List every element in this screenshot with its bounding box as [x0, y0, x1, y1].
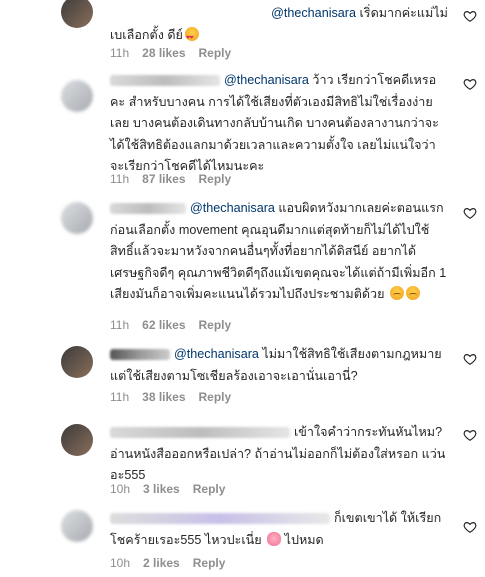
timestamp: 11h — [110, 318, 130, 332]
heart-outline-icon[interactable] — [463, 77, 477, 91]
reply-button[interactable]: Reply — [193, 556, 226, 570]
timestamp: 11h — [110, 390, 130, 404]
comment-meta: 11h 62 likes Reply — [110, 318, 231, 332]
mention-link[interactable]: @thechanisara — [224, 73, 309, 87]
comment-meta: 11h 87 likes Reply — [110, 172, 231, 186]
mention-link[interactable]: @thechanisara — [190, 201, 275, 215]
comment-text: @thechanisara ไม่มาใช้สิทธิใช้เสียงตามกฎ… — [110, 347, 442, 383]
username-blurred[interactable] — [110, 75, 220, 87]
reply-button[interactable]: Reply — [193, 482, 226, 496]
reply-button[interactable]: Reply — [199, 172, 232, 186]
sad-face-emoji-icon — [390, 286, 405, 300]
comment-text: @thechanisara เริ่ดมากค่ะแม่ไม่ เบเลือกต… — [110, 3, 448, 49]
sad-face-emoji-icon — [406, 286, 421, 300]
reply-button[interactable]: Reply — [199, 318, 232, 332]
likes-count[interactable]: 87 likes — [142, 172, 185, 186]
heart-eyes-emoji-icon — [184, 26, 199, 49]
avatar[interactable] — [61, 510, 93, 542]
comment-meta: 11h 28 likes Reply — [110, 46, 231, 60]
username-blurred[interactable] — [110, 513, 330, 525]
comment-text: @thechanisara ว้าว เรียกว่าโชคดีเหรอคะ ส… — [110, 73, 439, 173]
likes-count[interactable]: 62 likes — [142, 318, 185, 332]
heart-outline-icon[interactable] — [463, 428, 477, 442]
avatar[interactable] — [61, 80, 93, 112]
username-blurred[interactable] — [110, 349, 170, 361]
avatar[interactable] — [61, 202, 93, 234]
likes-count[interactable]: 38 likes — [142, 390, 185, 404]
heart-outline-icon[interactable] — [463, 352, 477, 366]
comment-meta: 11h 38 likes Reply — [110, 390, 231, 404]
reply-button[interactable]: Reply — [199, 390, 232, 404]
likes-count[interactable]: 2 likes — [143, 556, 180, 570]
comment-meta: 10h 3 likes Reply — [110, 482, 225, 496]
comment-text: ก็เขตเขาได้ ให้เรียก โชคร้ายเรอะ555 ไหวป… — [110, 511, 442, 547]
avatar[interactable] — [61, 424, 93, 456]
heart-outline-icon[interactable] — [463, 520, 477, 534]
username-blurred[interactable] — [110, 427, 290, 439]
timestamp: 11h — [110, 172, 130, 186]
heart-outline-icon[interactable] — [463, 9, 477, 23]
avatar[interactable] — [61, 0, 93, 28]
comment-text: @thechanisara แอบผิดหวังมากเลยค่ะตอนแรกก… — [110, 201, 447, 301]
comment-meta: 10h 2 likes Reply — [110, 556, 225, 570]
heart-outline-icon[interactable] — [463, 206, 477, 220]
mention-link[interactable]: @thechanisara — [174, 347, 259, 361]
pink-emoji-icon — [267, 531, 282, 546]
username-blurred[interactable] — [110, 203, 186, 215]
avatar[interactable] — [61, 346, 93, 378]
likes-count[interactable]: 28 likes — [142, 46, 185, 60]
comment-text: เข้าใจคำว่ากระทันหันไหม? อ่านหนังสือออกห… — [110, 425, 446, 482]
likes-count[interactable]: 3 likes — [143, 482, 180, 496]
reply-button[interactable]: Reply — [199, 46, 232, 60]
timestamp: 10h — [110, 482, 131, 496]
timestamp: 11h — [110, 46, 130, 60]
timestamp: 10h — [110, 556, 131, 570]
mention-link[interactable]: @thechanisara — [271, 6, 356, 20]
